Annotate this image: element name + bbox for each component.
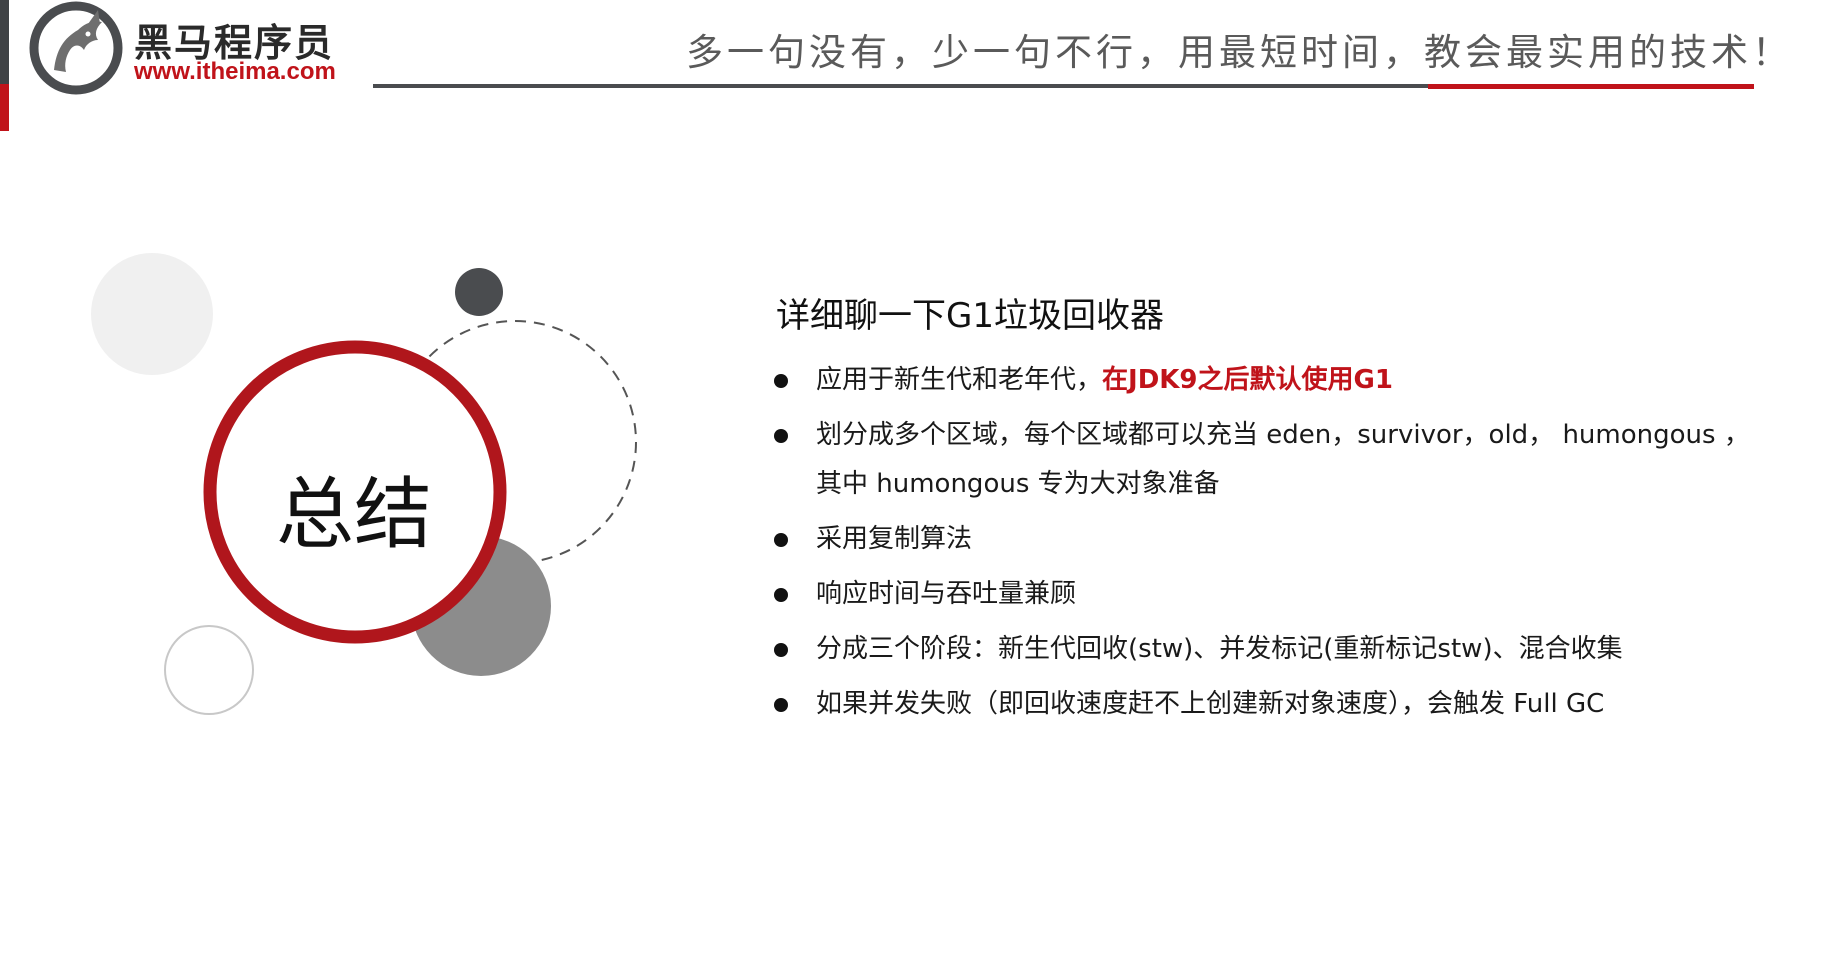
header-slogan: 多一句没有，少一句不行，用最短时间，教会最实用的技术！ bbox=[686, 31, 1793, 74]
list-item-text: 划分成多个区域，每个区域都可以充当 eden，survivor，old， hum… bbox=[816, 420, 1750, 499]
decorative-circles bbox=[91, 253, 637, 715]
bullet-icon bbox=[774, 374, 788, 388]
header-rule-accent bbox=[1428, 84, 1754, 89]
list-item-text: 应用于新生代和老年代， bbox=[816, 365, 1103, 395]
light-gray-circle bbox=[91, 253, 213, 375]
summary-title: 总结 bbox=[276, 470, 433, 560]
list-item-text: 响应时间与吞吐量兼顾 bbox=[816, 579, 1077, 609]
outline-circle bbox=[164, 625, 254, 715]
bullet-list: 应用于新生代和老年代，在JDK9之后默认使用G1 划分成多个区域，每个区域都可以… bbox=[770, 356, 1770, 735]
section-title: 详细聊一下G1垃圾回收器 bbox=[776, 296, 1164, 336]
bullet-icon bbox=[774, 588, 788, 602]
list-item: 分成三个阶段：新生代回收(stw)、并发标记(重新标记stw)、混合收集 bbox=[770, 625, 1770, 674]
list-item-text: 分成三个阶段：新生代回收(stw)、并发标记(重新标记stw)、混合收集 bbox=[816, 634, 1623, 664]
bullet-icon bbox=[774, 698, 788, 712]
list-item: 应用于新生代和老年代，在JDK9之后默认使用G1 bbox=[770, 356, 1770, 405]
list-item: 响应时间与吞吐量兼顾 bbox=[770, 570, 1770, 619]
bullet-icon bbox=[774, 643, 788, 657]
list-item-highlight: 在JDK9之后默认使用G1 bbox=[1102, 365, 1393, 395]
slide: 黑马程序员 www.itheima.com 多一句没有，少一句不行，用最短时间，… bbox=[0, 0, 1838, 970]
bullet-icon bbox=[774, 533, 788, 547]
list-item: 如果并发失败（即回收速度赶不上创建新对象速度），会触发 Full GC bbox=[770, 680, 1770, 729]
bullet-icon bbox=[774, 429, 788, 443]
list-item-text: 采用复制算法 bbox=[816, 524, 973, 554]
list-item: 采用复制算法 bbox=[770, 515, 1770, 564]
list-item: 划分成多个区域，每个区域都可以充当 eden，survivor，old， hum… bbox=[770, 411, 1770, 509]
dark-dot-circle bbox=[455, 268, 503, 316]
list-item-text: 如果并发失败（即回收速度赶不上创建新对象速度），会触发 Full GC bbox=[816, 689, 1605, 719]
